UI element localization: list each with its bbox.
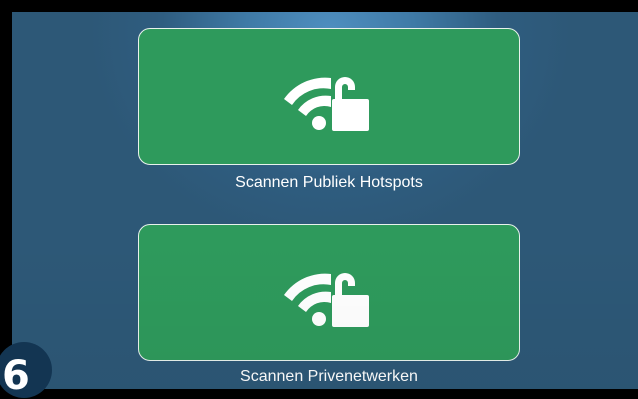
scan-public-hotspots-label: Scannen Publiek Hotspots [235,174,423,191]
wifi-lock-icon [284,272,369,327]
wifi-lock-icon [284,76,369,131]
scan-private-networks-button[interactable] [138,224,520,361]
scan-private-networks-label: Scannen Privenetwerken [240,368,418,385]
scan-public-hotspots-button[interactable] [138,28,520,165]
corner-badge-number: 6 [2,353,30,399]
app-screen: Scannen Publiek Hotspots Scannen Privene… [12,12,638,389]
